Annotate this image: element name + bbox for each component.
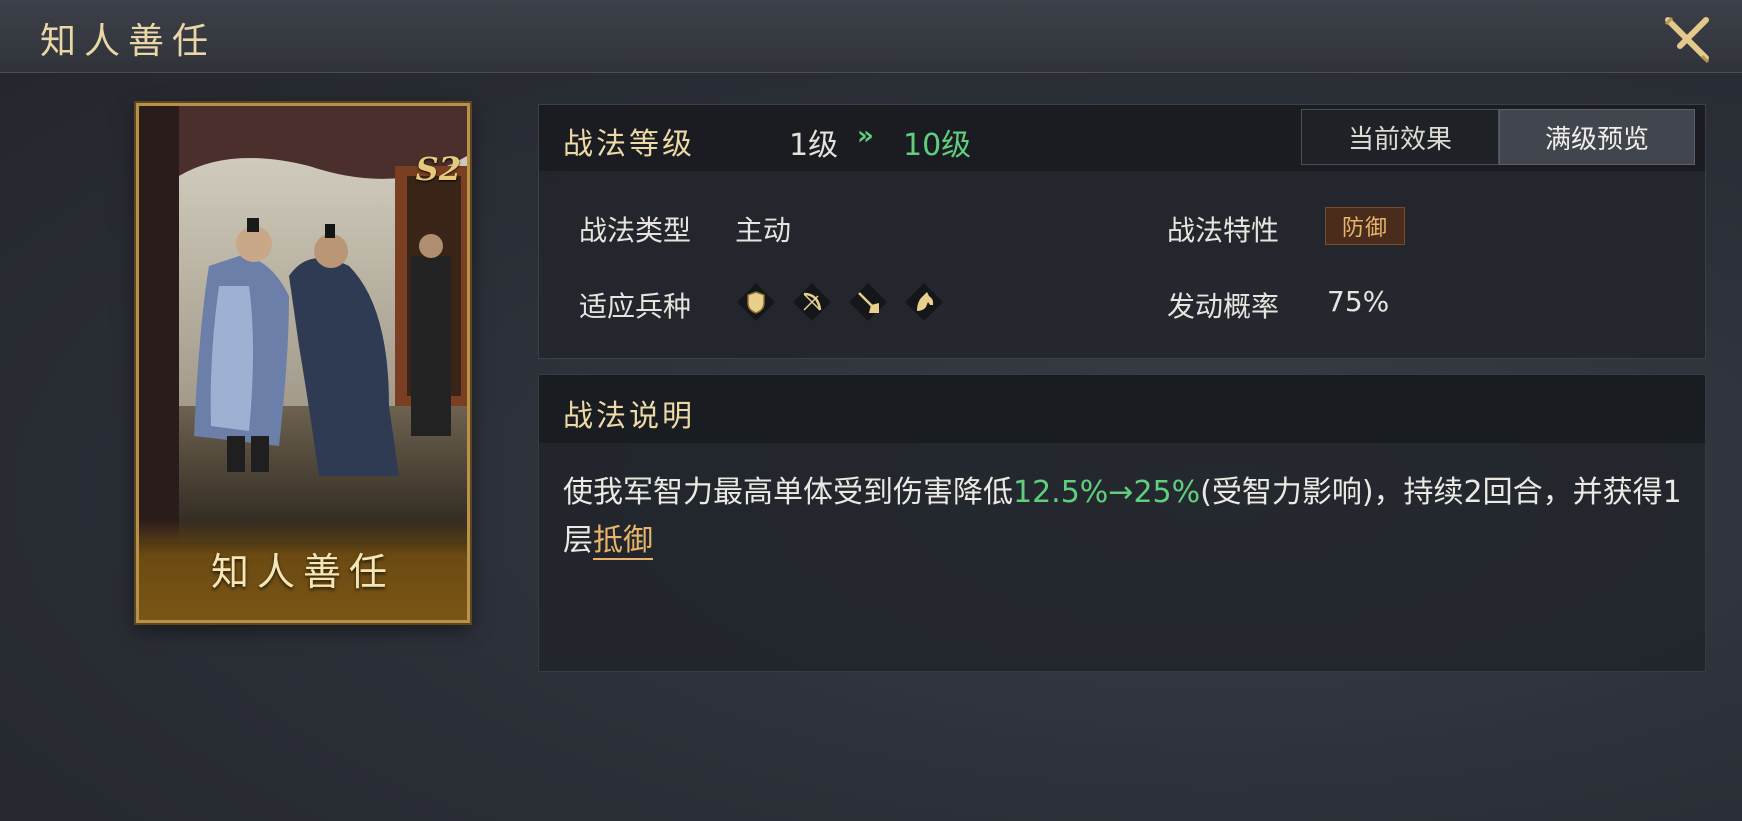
spear-icon[interactable]	[847, 281, 889, 323]
level-label: 战法等级	[563, 127, 695, 162]
description-highlight-value: 12.5%→25%	[1013, 475, 1201, 510]
level-header: 战法等级 1级 » 10级 当前效果 满级预览	[539, 105, 1705, 171]
cavalry-icon[interactable]	[903, 281, 945, 323]
page-title: 知人善任	[40, 21, 217, 62]
tab-current-effect[interactable]: 当前效果	[1301, 109, 1499, 165]
double-arrow-icon: »	[857, 121, 874, 151]
skill-info-panel: 战法等级 1级 » 10级 当前效果 满级预览 战法类型 主动 战法特性 防御 …	[538, 104, 1706, 359]
status-link-dikang[interactable]: 抵御	[593, 523, 653, 560]
skill-description-panel: 战法说明 使我军智力最高单体受到伤害降低12.5%→25%(受智力影响)，持续2…	[538, 374, 1706, 672]
tab-max-level-preview[interactable]: 满级预览	[1499, 109, 1695, 165]
level-to: 10级	[903, 128, 972, 163]
season-badge: S2	[415, 150, 461, 188]
shield-icon[interactable]	[735, 281, 777, 323]
close-icon	[1664, 16, 1710, 64]
skill-type-label: 战法类型	[579, 214, 692, 247]
skill-trait-label: 战法特性	[1167, 214, 1280, 247]
description-header: 战法说明	[539, 375, 1705, 443]
description-title: 战法说明	[563, 399, 695, 434]
troop-types-label: 适应兵种	[579, 290, 692, 323]
bow-icon[interactable]	[791, 281, 833, 323]
card-name: 知人善任	[210, 550, 395, 594]
trigger-chance-value: 75%	[1327, 285, 1390, 318]
close-button[interactable]	[1658, 8, 1718, 68]
description-text-part: 使我军智力最高单体受到伤害降低	[563, 475, 1013, 510]
title-bar: 知人善任	[0, 0, 1742, 73]
level-from: 1级	[789, 128, 839, 163]
description-text: 使我军智力最高单体受到伤害降低12.5%→25%(受智力影响)，持续2回合，并获…	[563, 469, 1683, 565]
trigger-chance-label: 发动概率	[1167, 290, 1280, 323]
trait-badge: 防御	[1325, 207, 1405, 245]
skill-card: S2 知人善任	[136, 103, 470, 623]
skill-type-value: 主动	[735, 214, 792, 247]
